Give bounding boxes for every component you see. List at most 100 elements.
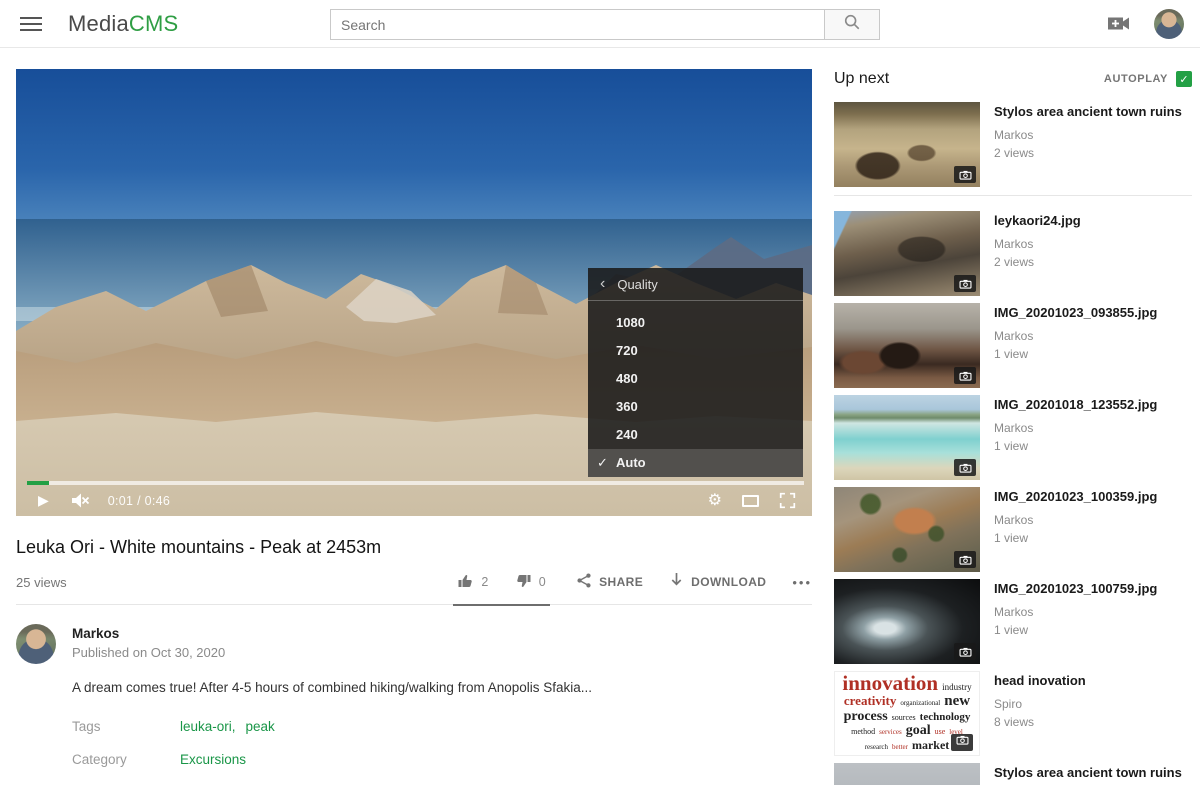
camera-badge-icon <box>951 734 973 751</box>
dislike-button[interactable]: 0 <box>515 573 546 592</box>
quality-option-auto[interactable]: ✓ Auto <box>588 449 803 477</box>
item-title: IMG_20201023_100759.jpg <box>994 581 1157 596</box>
author-block: Markos Published on Oct 30, 2020 <box>16 624 812 664</box>
list-item[interactable]: IMG_20201023_093855.jpg Markos 1 view <box>834 303 1192 388</box>
word: services <box>879 729 902 735</box>
upload-media-icon[interactable] <box>1108 16 1130 31</box>
thumbnail <box>834 211 980 296</box>
item-author: Markos <box>994 513 1157 527</box>
word: industry <box>942 683 972 691</box>
like-button[interactable]: 2 <box>457 573 488 592</box>
video-meta-row: 25 views 2 0 SHARE <box>16 572 812 605</box>
item-views: 1 view <box>994 439 1157 453</box>
camera-badge-icon <box>954 166 976 183</box>
list-item[interactable]: IMG_20201023_100359.jpgMarkos1 view <box>834 487 1192 572</box>
view-count: 25 views <box>16 575 67 590</box>
thumbnail <box>834 763 980 785</box>
item-title: head inovation <box>994 673 1086 688</box>
time-display: 0:01 / 0:46 <box>108 494 170 508</box>
quality-menu-back[interactable]: ‹ Quality <box>588 268 803 301</box>
camera-badge-icon <box>954 459 976 476</box>
item-author: Markos <box>994 329 1157 343</box>
author-name[interactable]: Markos <box>72 626 225 641</box>
item-title: IMG_20201018_123552.jpg <box>994 397 1157 412</box>
item-title: Stylos area ancient town ruins <box>994 765 1182 780</box>
quality-option-1080[interactable]: 1080 <box>588 309 803 337</box>
word: new <box>944 695 970 709</box>
word: market <box>912 740 949 751</box>
theater-mode-icon[interactable] <box>742 495 759 507</box>
camera-badge-icon <box>954 275 976 292</box>
download-icon <box>669 572 684 592</box>
thumbnail-word-cloud: innovationindustrycreativityorganization… <box>834 671 980 756</box>
search-button[interactable] <box>825 9 880 40</box>
camera-badge-icon <box>954 551 976 568</box>
list-item[interactable]: IMG_20201018_123552.jpg Markos 1 view <box>834 395 1192 480</box>
word: better <box>892 744 908 750</box>
share-label: SHARE <box>599 575 643 589</box>
item-views: 1 view <box>994 347 1157 361</box>
item-title: leykaori24.jpg <box>994 213 1081 228</box>
tags-label: Tags <box>72 719 180 734</box>
item-views: 1 view <box>994 531 1157 545</box>
word: innovation <box>842 674 938 693</box>
header-actions <box>1108 9 1184 39</box>
list-item[interactable]: leykaori24.jpgMarkos2 views <box>834 211 1192 296</box>
search-input[interactable] <box>330 9 825 40</box>
user-avatar[interactable] <box>1154 9 1184 39</box>
quality-option-720[interactable]: 720 <box>588 337 803 365</box>
word: sources <box>892 714 916 721</box>
tag-link-peak[interactable]: peak <box>246 719 275 734</box>
divider <box>834 195 1192 196</box>
author-avatar[interactable] <box>16 624 56 664</box>
search-icon <box>843 13 861 36</box>
item-views: 1 view <box>994 623 1157 637</box>
word: creativity <box>844 695 896 707</box>
media-metadata: Tags leuka-ori, peak Category Excursions <box>72 719 812 767</box>
list-item[interactable]: Stylos area ancient town ruinsMarkos2 vi… <box>834 102 1192 187</box>
video-player[interactable]: ‹ Quality 1080 720 480 360 240 ✓ Auto <box>16 69 812 516</box>
player-controls: ▶ 0:01 / 0:46 ⚙ <box>16 485 812 516</box>
logo[interactable]: MediaCMS <box>68 11 178 37</box>
list-item[interactable]: Stylos area ancient town ruins <box>834 763 1192 785</box>
back-arrow-icon: ‹ <box>600 275 605 293</box>
check-icon: ✓ <box>1179 73 1188 86</box>
page-body: ‹ Quality 1080 720 480 360 240 ✓ Auto <box>0 48 1200 785</box>
quality-selected-label: Auto <box>616 455 646 470</box>
video-description: A dream comes true! After 4-5 hours of c… <box>72 680 812 695</box>
thumbs-up-icon <box>457 573 474 592</box>
camera-badge-icon <box>954 367 976 384</box>
item-author: Markos <box>994 128 1182 142</box>
quality-option-240[interactable]: 240 <box>588 421 803 449</box>
item-author: Markos <box>994 237 1081 251</box>
thumbnail <box>834 102 980 187</box>
thumbnail <box>834 579 980 664</box>
quality-option-360[interactable]: 360 <box>588 393 803 421</box>
mute-icon[interactable] <box>71 492 90 509</box>
item-author: Markos <box>994 605 1157 619</box>
logo-media: Media <box>68 11 129 36</box>
item-title: IMG_20201023_093855.jpg <box>994 305 1157 320</box>
play-button[interactable]: ▶ <box>38 492 49 509</box>
quality-menu-title: Quality <box>617 277 657 292</box>
share-button[interactable]: SHARE <box>576 572 643 592</box>
category-link[interactable]: Excursions <box>180 752 246 767</box>
quality-menu: ‹ Quality 1080 720 480 360 240 ✓ Auto <box>588 268 803 477</box>
settings-gear-icon[interactable]: ⚙ <box>708 493 722 509</box>
autoplay-checkbox[interactable]: ✓ <box>1176 71 1192 87</box>
word: goal <box>906 725 931 738</box>
fullscreen-icon[interactable] <box>779 492 796 509</box>
main-column: ‹ Quality 1080 720 480 360 240 ✓ Auto <box>16 69 812 785</box>
thumbnail <box>834 303 980 388</box>
item-author: Markos <box>994 421 1157 435</box>
thumbnail <box>834 487 980 572</box>
quality-option-480[interactable]: 480 <box>588 365 803 393</box>
item-title: Stylos area ancient town ruins <box>994 104 1182 119</box>
list-item[interactable]: IMG_20201023_100759.jpg Markos 1 view <box>834 579 1192 664</box>
list-item[interactable]: innovationindustrycreativityorganization… <box>834 671 1192 756</box>
tag-link-leuka-ori[interactable]: leuka-ori, <box>180 719 236 734</box>
download-button[interactable]: DOWNLOAD <box>669 572 766 592</box>
menu-icon[interactable] <box>20 13 42 35</box>
more-options-icon[interactable]: ••• <box>792 575 812 590</box>
top-bar: MediaCMS <box>0 0 1200 48</box>
